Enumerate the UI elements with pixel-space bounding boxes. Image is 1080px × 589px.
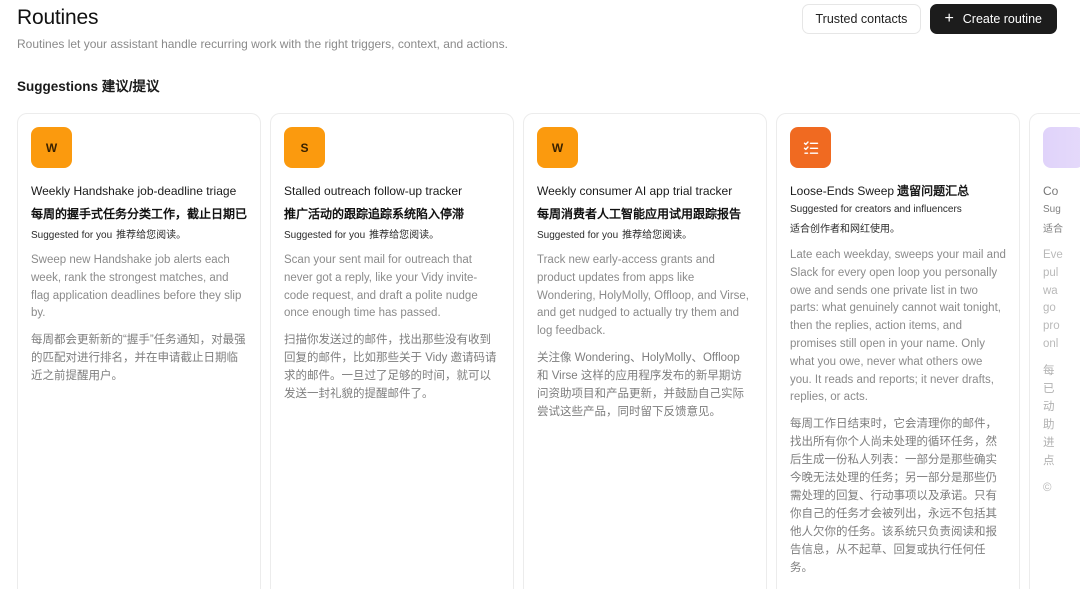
card-suggested-zh: 适合: [1043, 224, 1063, 235]
card-avatar: S: [284, 127, 325, 168]
card-title: Loose-Ends Sweep 遗留问题汇总: [790, 183, 1006, 199]
card-description: Eve pul wa go pro onl: [1043, 249, 1063, 350]
card-suggested: Suggested for you 推荐给您阅读。: [284, 229, 500, 242]
card-suggested-zh: 适合创作者和网红使用。: [790, 224, 900, 235]
suggestion-card[interactable]: S Stalled outreach follow-up tracker 推广活…: [270, 113, 514, 589]
card-title: Weekly consumer AI app trial tracker: [537, 184, 733, 198]
card-title-zh: 推广活动的跟踪追踪系统陷入停滞: [284, 207, 465, 221]
suggestion-card[interactable]: W Weekly Handshake job-deadline triage 每…: [17, 113, 261, 589]
card-title: Co: [1043, 184, 1059, 198]
card-suggested-zh: 推荐给您阅读。: [622, 230, 693, 241]
card-title-zh: 每周消费者人工智能应用试用跟踪报告: [537, 207, 742, 221]
checklist-icon: [790, 127, 831, 168]
card-title: Stalled outreach follow-up tracker: [284, 184, 463, 198]
page-subtitle: Routines let your assistant handle recur…: [17, 37, 508, 51]
card-suggested-label: Sug: [1043, 204, 1061, 215]
page-title: Routines: [17, 6, 99, 29]
routines-page: Routines Routines let your assistant han…: [0, 0, 1080, 589]
card-suggested-label: Suggested for you: [31, 230, 113, 241]
card-suggested-label: Suggested for creators and influencers: [790, 204, 962, 215]
trusted-contacts-button[interactable]: Trusted contacts: [801, 4, 922, 34]
page-header: Routines Routines let your assistant han…: [17, 6, 508, 51]
card-description: Scan your sent mail for outreach that ne…: [284, 254, 478, 320]
card-description-zh: 扫描你发送过的邮件，找出那些没有收到回复的邮件，比如那些关于 Vidy 邀请码请…: [284, 334, 497, 401]
card-avatar: W: [31, 127, 72, 168]
create-routine-button[interactable]: + Create routine: [930, 4, 1057, 34]
card-description: Track new early-access grants and produc…: [537, 254, 750, 338]
card-avatar: W: [537, 127, 578, 168]
card-description: Late each weekday, sweeps your mail and …: [790, 249, 1006, 404]
trusted-contacts-label: Trusted contacts: [815, 12, 908, 26]
card-description-zh: 每周都会更新新的“握手”任务通知，对最强的匹配对进行排名，并在申请截止日期临近之…: [31, 334, 246, 383]
card-description-zh: 关注像 Wondering、HolyMolly、Offloop 和 Virse …: [537, 351, 744, 418]
card-suggested-label: Suggested for you: [537, 230, 619, 241]
card-suggested: Suggested for you 推荐给您阅读。: [537, 229, 753, 242]
card-description: Sweep new Handshake job alerts each week…: [31, 254, 242, 320]
card-suggested-zh: 推荐给您阅读。: [369, 230, 440, 241]
card-suggested-zh: 推荐给您阅读。: [116, 230, 187, 241]
suggestion-card[interactable]: Loose-Ends Sweep 遗留问题汇总 Suggested for cre…: [776, 113, 1020, 589]
suggestion-card[interactable]: W Weekly consumer AI app trial tracker 每…: [523, 113, 767, 589]
header-actions: Trusted contacts + Create routine: [801, 4, 1057, 34]
card-title-zh: 每周的握手式任务分类工作，截止日期已: [31, 207, 248, 221]
card-suggested: Suggested for you 推荐给您阅读。: [31, 229, 247, 242]
card-avatar: [1043, 127, 1080, 168]
card-description-zh: 每 已 动 助 进 点: [1043, 364, 1055, 467]
plus-icon: +: [944, 10, 954, 27]
card-footer-mark: ©: [1043, 481, 1052, 494]
suggestion-card[interactable]: Co Sug 适合 Eve pul wa go pro onl 每 已 动 助 …: [1029, 113, 1080, 589]
card-description-zh: 每周工作日结束时，它会清理你的邮件，找出所有你个人尚未处理的循环任务，然后生成一…: [790, 418, 997, 575]
card-suggested-label: Suggested for you: [284, 230, 366, 241]
create-routine-label: Create routine: [962, 12, 1042, 26]
card-title-zh: 遗留问题汇总: [897, 184, 970, 198]
card-title: Weekly Handshake job-deadline triage: [31, 184, 237, 198]
card-title-en: Loose-Ends Sweep: [790, 184, 895, 198]
suggestions-heading: Suggestions 建议/提议: [17, 79, 160, 94]
